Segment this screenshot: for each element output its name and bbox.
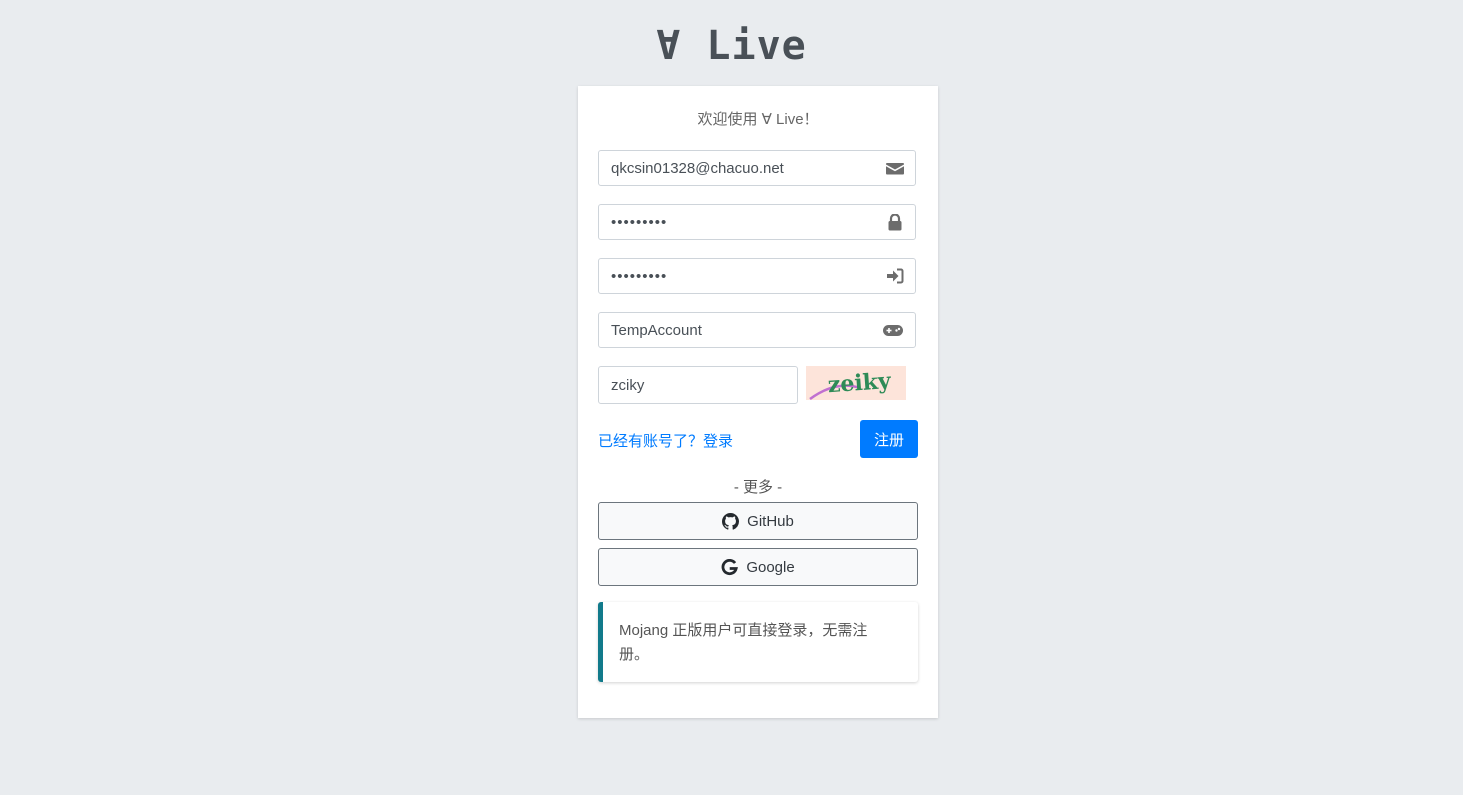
nickname-input[interactable] (611, 313, 871, 347)
more-divider-label: - 更多 - (733, 479, 783, 496)
captcha-image[interactable]: zeiky (806, 366, 906, 401)
sign-in-icon (886, 268, 904, 284)
google-icon (721, 558, 739, 575)
login-link[interactable]: 已经有账号了？登录 (598, 430, 733, 451)
confirm-password-input[interactable] (611, 259, 871, 293)
register-button[interactable]: 注册 (860, 420, 918, 458)
github-button-label: GitHub (747, 512, 794, 530)
gamepad-icon (882, 322, 904, 338)
mojang-callout: Mojang 正版用户可直接登录，无需注册。 (598, 602, 918, 682)
captcha-input[interactable] (611, 367, 791, 403)
google-login-button[interactable]: Google (598, 548, 918, 586)
email-input[interactable] (611, 151, 871, 185)
lock-icon (886, 213, 904, 231)
captcha-text: zeiky (827, 368, 893, 398)
brand-title: ∀ Live (656, 23, 807, 69)
github-login-button[interactable]: GitHub (598, 502, 918, 540)
confirm-password-field[interactable] (598, 258, 916, 294)
github-icon (722, 512, 740, 530)
password-input[interactable] (611, 205, 871, 239)
captcha-field[interactable] (598, 366, 798, 404)
envelope-icon (886, 160, 904, 176)
password-field[interactable] (598, 204, 916, 240)
email-field[interactable] (598, 150, 916, 186)
google-button-label: Google (746, 558, 795, 576)
welcome-text: 欢迎使用 ∀ Live！ (697, 111, 819, 128)
register-card: 欢迎使用 ∀ Live！ qkcsin01328@chacuo.net ••••… (578, 86, 938, 718)
nickname-field[interactable] (598, 312, 916, 348)
